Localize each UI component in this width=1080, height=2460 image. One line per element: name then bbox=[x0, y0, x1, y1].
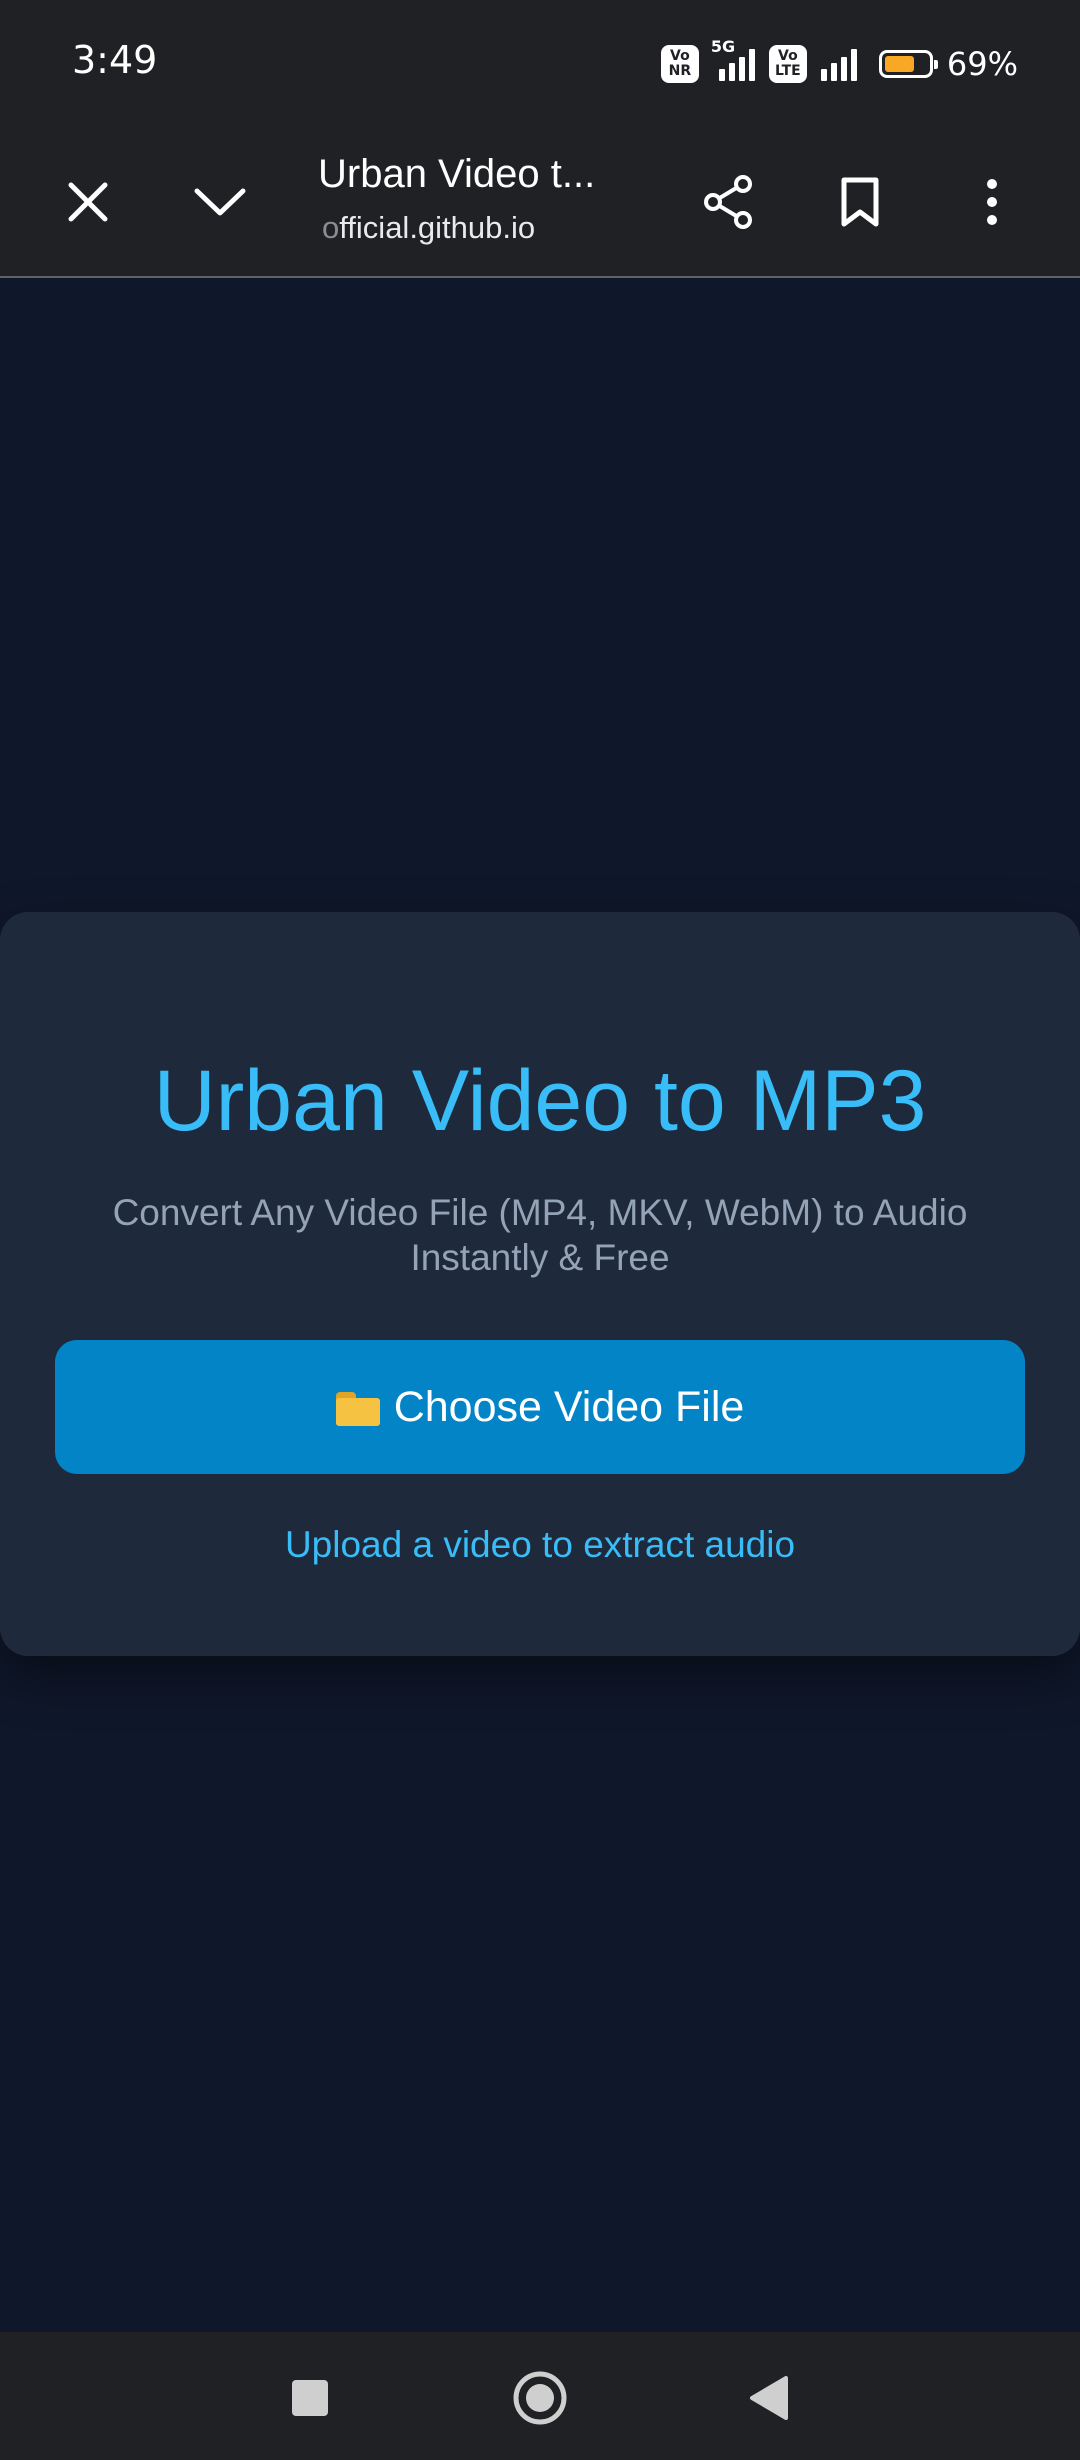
system-nav-bar bbox=[0, 2332, 1080, 2460]
back-triangle-icon bbox=[750, 2376, 788, 2420]
vonr-badge-bottom: NR bbox=[668, 63, 692, 79]
page-subtitle: Convert Any Video File (MP4, MKV, WebM) … bbox=[112, 1192, 968, 1278]
minimize-button[interactable] bbox=[178, 160, 262, 244]
converter-card: Urban Video to MP3 Convert Any Video Fil… bbox=[0, 912, 1080, 1656]
chevron-down-icon bbox=[194, 188, 246, 216]
battery-fill bbox=[884, 56, 914, 72]
upload-status-text: Upload a video to extract audio bbox=[284, 1524, 796, 1565]
signal-5g-icon: 5G bbox=[711, 37, 755, 81]
share-icon bbox=[704, 175, 752, 229]
tab-url-faded: o bbox=[322, 210, 340, 245]
status-icons: Vo NR 5G Vo LTE 69% bbox=[660, 37, 1018, 86]
choose-video-file-button[interactable]: Choose Video File bbox=[55, 1340, 1025, 1474]
tab-url-rest: fficial.github.io bbox=[339, 210, 536, 245]
close-tab-button[interactable] bbox=[46, 160, 130, 244]
volte-badge-icon: Vo LTE bbox=[768, 45, 807, 83]
signal-icon bbox=[820, 47, 857, 81]
share-button[interactable] bbox=[686, 160, 770, 244]
folder-icon bbox=[335, 1392, 380, 1426]
browser-toolbar: Urban Video t... official.github.io bbox=[0, 130, 1080, 278]
volte-badge-bottom: LTE bbox=[775, 63, 801, 79]
battery-percentage: 69% bbox=[946, 45, 1018, 83]
battery-icon bbox=[878, 50, 938, 78]
choose-video-file-label: Choose Video File bbox=[393, 1382, 745, 1431]
page-title: Urban Video to MP3 bbox=[153, 1053, 927, 1149]
back-button[interactable] bbox=[728, 2358, 808, 2438]
status-time: 3:49 bbox=[72, 38, 158, 82]
bookmark-icon bbox=[841, 177, 879, 227]
recents-button[interactable] bbox=[270, 2358, 350, 2438]
signal-5g-label: 5G bbox=[710, 37, 736, 56]
more-options-button[interactable] bbox=[950, 160, 1034, 244]
screen: 3:49 Vo NR 5G Vo LTE 69% Urban Video t..… bbox=[0, 0, 1080, 2460]
close-icon bbox=[68, 182, 108, 222]
home-button[interactable] bbox=[500, 2358, 580, 2438]
vonr-badge-top: Vo bbox=[670, 48, 690, 64]
bookmark-button[interactable] bbox=[818, 160, 902, 244]
more-vert-icon bbox=[987, 179, 997, 225]
volte-badge-top: Vo bbox=[778, 48, 798, 64]
tab-title: Urban Video t... bbox=[318, 152, 596, 196]
recents-square-icon bbox=[292, 2380, 328, 2416]
vonr-badge-icon: Vo NR bbox=[660, 45, 699, 83]
tab-url: official.github.io bbox=[322, 210, 535, 246]
home-circle-icon bbox=[513, 2371, 567, 2425]
status-bar: 3:49 Vo NR 5G Vo LTE 69% bbox=[0, 0, 1080, 130]
